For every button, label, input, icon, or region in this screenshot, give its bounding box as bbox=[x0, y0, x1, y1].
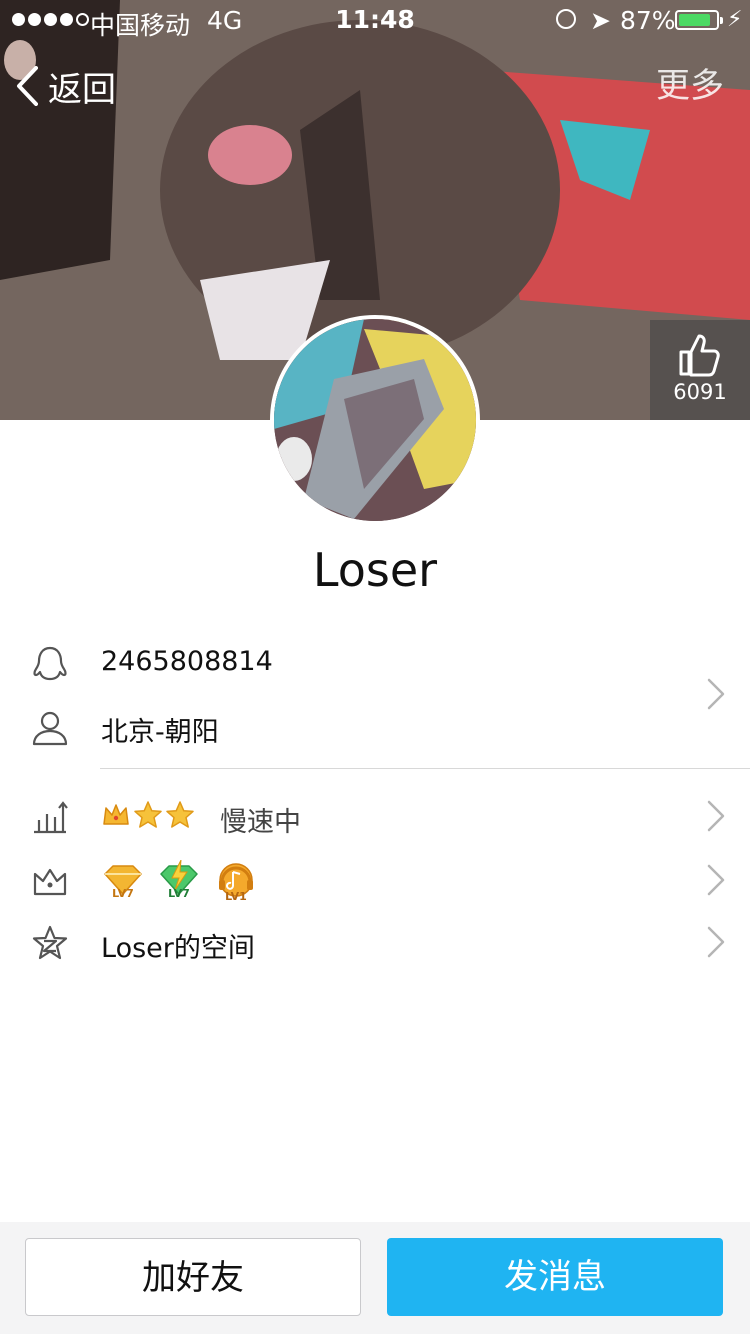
avatar[interactable] bbox=[270, 315, 480, 525]
qzone-label: Loser的空间 bbox=[101, 933, 255, 964]
more-button[interactable]: 更多 bbox=[656, 58, 724, 114]
location-text: 北京-朝阳 bbox=[101, 717, 219, 748]
vip-badge: LV7 bbox=[101, 862, 145, 902]
bottom-action-bar: 加好友 发消息 bbox=[0, 1222, 750, 1334]
profile-screen: 中国移动 4G 11:48 ➤ 87% ⚡ 返回 更多 6091 Loser 2… bbox=[0, 0, 750, 1334]
star-icon bbox=[166, 801, 194, 828]
battery-percent: 87% bbox=[620, 6, 676, 35]
svip-badge: LV7 bbox=[157, 859, 201, 902]
svip-level: LV7 bbox=[168, 887, 190, 900]
location-row[interactable]: 北京-朝阳 bbox=[0, 706, 750, 750]
location-arrow-icon: ➤ bbox=[590, 6, 611, 35]
like-count: 6091 bbox=[673, 380, 727, 404]
star-icon bbox=[134, 801, 162, 828]
penguin-icon bbox=[33, 646, 67, 681]
avatar-image bbox=[274, 319, 476, 521]
level-row[interactable]: 慢速中 bbox=[0, 796, 750, 840]
qzone-star-icon bbox=[32, 925, 68, 960]
vip-level: LV7 bbox=[112, 887, 134, 900]
person-icon bbox=[32, 711, 68, 746]
vip-badges-row[interactable]: LV7 LV7 LV1 bbox=[0, 858, 750, 906]
battery-icon bbox=[675, 10, 723, 30]
music-level: LV1 bbox=[225, 890, 247, 903]
crown-outline-icon bbox=[33, 868, 67, 896]
back-label: 返回 bbox=[48, 69, 116, 110]
music-badge: LV1 bbox=[213, 860, 259, 904]
qzone-row[interactable]: Loser的空间 bbox=[0, 922, 750, 966]
rotation-lock-icon bbox=[556, 9, 576, 29]
like-button[interactable]: 6091 bbox=[650, 320, 750, 420]
chevron-right-icon bbox=[707, 800, 725, 832]
qq-number-row[interactable]: 2465808814 bbox=[0, 642, 750, 686]
send-message-button[interactable]: 发消息 bbox=[387, 1238, 723, 1316]
charging-icon: ⚡ bbox=[727, 7, 743, 32]
level-chart-icon bbox=[34, 801, 68, 834]
chevron-left-icon bbox=[17, 66, 38, 106]
profile-name: Loser bbox=[312, 543, 438, 597]
add-friend-button[interactable]: 加好友 bbox=[25, 1238, 361, 1316]
chevron-right-icon bbox=[707, 926, 725, 958]
thumbs-up-icon bbox=[679, 334, 720, 377]
crown-icon bbox=[103, 804, 129, 825]
qq-number: 2465808814 bbox=[101, 646, 273, 677]
back-button[interactable]: 返回 bbox=[16, 58, 116, 114]
level-status: 慢速中 bbox=[220, 807, 301, 838]
divider bbox=[100, 768, 750, 769]
chevron-right-icon bbox=[707, 864, 725, 896]
status-bar: 中国移动 4G 11:48 ➤ 87% ⚡ bbox=[0, 0, 750, 40]
